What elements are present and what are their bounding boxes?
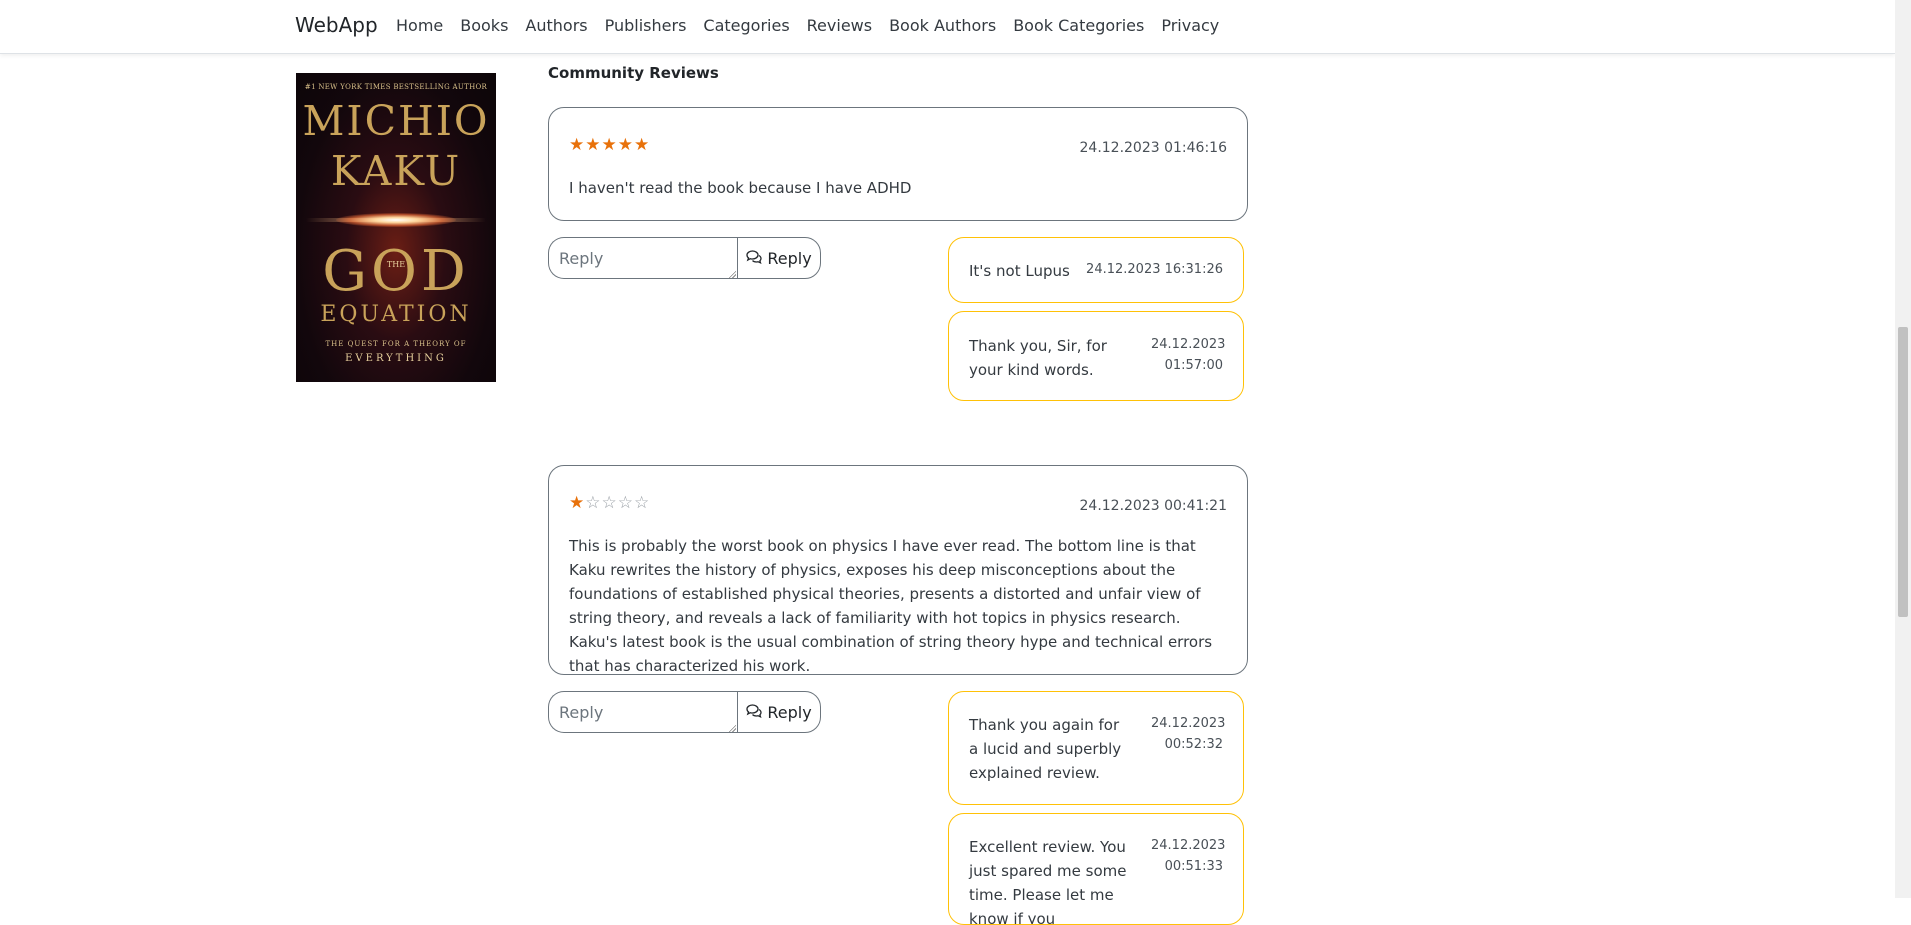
review-text: This is probably the worst book on physi… <box>569 537 1213 675</box>
star-filled-icon: ★ <box>617 135 633 155</box>
nav-home[interactable]: Home <box>396 16 443 35</box>
review-date: 24.12.2023 01:46:16 <box>1079 140 1228 156</box>
star-empty-icon: ☆ <box>601 493 617 513</box>
review-card: ★ ☆ ☆ ☆ ☆ 24.12.2023 00:41:21 This is pr… <box>548 465 1248 675</box>
reply-form: Reply Reply <box>548 237 821 281</box>
textarea-resize-handle[interactable] <box>728 724 736 732</box>
comment-text: Thank you, Sir, for your kind words. <box>969 337 1107 379</box>
nav-book-authors[interactable]: Book Authors <box>889 16 996 35</box>
cover-subtitle-last: EVERYTHING <box>345 353 447 364</box>
nav-categories[interactable]: Categories <box>703 16 789 35</box>
star-empty-icon: ☆ <box>634 493 650 513</box>
star-filled-icon: ★ <box>569 135 585 155</box>
reply-form: Reply Reply <box>548 691 821 735</box>
star-filled-icon: ★ <box>569 493 585 513</box>
cover-author-first: MICHIO <box>302 97 490 145</box>
nav-publishers[interactable]: Publishers <box>605 16 687 35</box>
star-filled-icon: ★ <box>634 135 650 155</box>
nav-book-categories[interactable]: Book Categories <box>1013 16 1144 35</box>
comments-icon <box>746 703 762 722</box>
comments-icon <box>746 249 762 268</box>
reply-input[interactable]: Reply <box>548 237 737 279</box>
reply-button-label: Reply <box>767 248 812 268</box>
comment-card: It's not Lupus 24.12.2023 16:31:26 <box>948 237 1244 303</box>
comment-card: Thank you, Sir, for your kind words. 24.… <box>948 311 1244 401</box>
nav-books[interactable]: Books <box>460 16 508 35</box>
reply-button-label: Reply <box>767 702 812 722</box>
star-rating: ★ ★ ★ ★ ★ <box>569 137 650 154</box>
comment-date: 24.12.2023 16:31:26 <box>1086 262 1223 277</box>
reply-button[interactable]: Reply <box>737 237 821 279</box>
book-cover-image: #1 NEW YORK TIMES BESTSELLING AUTHOR MIC… <box>296 73 496 382</box>
cover-title-equation: EQUATION <box>320 302 472 327</box>
cover-subtitle: THE QUEST FOR A THEORY OF <box>325 340 467 348</box>
cover-tagline: #1 NEW YORK TIMES BESTSELLING AUTHOR <box>304 83 488 91</box>
nav-privacy[interactable]: Privacy <box>1161 16 1219 35</box>
nav-authors[interactable]: Authors <box>525 16 587 35</box>
brand-link[interactable]: WebApp <box>295 13 378 37</box>
reply-input[interactable]: Reply <box>548 691 737 733</box>
reply-button[interactable]: Reply <box>737 691 821 733</box>
star-filled-icon: ★ <box>601 135 617 155</box>
star-filled-icon: ★ <box>585 135 601 155</box>
review-card: ★ ★ ★ ★ ★ 24.12.2023 01:46:16 I haven't … <box>548 107 1248 221</box>
navbar: WebApp Home Books Authors Publishers Cat… <box>0 0 1895 54</box>
comment-text: Excellent review. You just spared me som… <box>969 838 1127 925</box>
review-date: 24.12.2023 00:41:21 <box>1079 498 1228 514</box>
community-reviews-heading: Community Reviews <box>548 64 719 82</box>
cover-flare <box>336 213 456 227</box>
comment-date: 24.12.2023 01:57:00 <box>1151 337 1226 373</box>
cover-author-last: KAKU <box>330 147 462 195</box>
comment-card: Excellent review. You just spared me som… <box>948 813 1244 925</box>
page-scrollbar-thumb[interactable] <box>1898 327 1908 617</box>
star-empty-icon: ☆ <box>585 493 601 513</box>
comment-date: 24.12.2023 00:52:32 <box>1151 716 1226 752</box>
nav-reviews[interactable]: Reviews <box>807 16 872 35</box>
star-rating: ★ ☆ ☆ ☆ ☆ <box>569 495 650 512</box>
nav-menu: Home Books Authors Publishers Categories… <box>396 16 1236 35</box>
cover-title-the: THE <box>386 260 406 269</box>
comment-text: Thank you again for a lucid and superbly… <box>969 716 1122 782</box>
star-empty-icon: ☆ <box>617 493 633 513</box>
textarea-resize-handle[interactable] <box>728 270 736 278</box>
review-text: I haven't read the book because I have A… <box>569 179 912 197</box>
comment-date: 24.12.2023 00:51:33 <box>1151 838 1226 874</box>
cover-title-god: GOD <box>322 239 470 304</box>
comment-card: Thank you again for a lucid and superbly… <box>948 691 1244 805</box>
